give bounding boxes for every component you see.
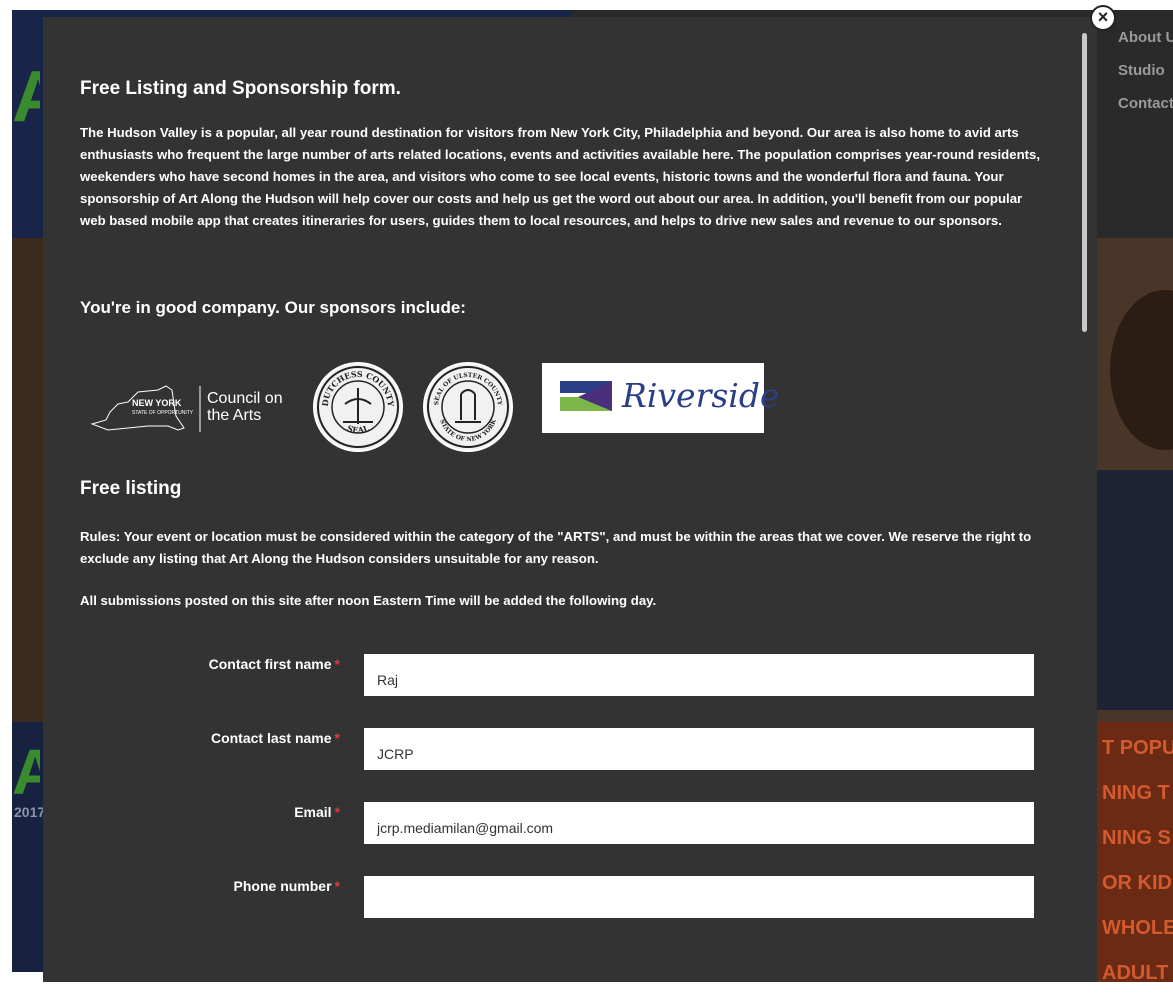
last-name-label: Contact last name * [210, 730, 340, 746]
bg-category-item[interactable]: NING S [1102, 816, 1173, 861]
rules-text: Rules: Your event or location must be co… [80, 529, 1032, 566]
email-label: Email * [294, 804, 340, 820]
bg-nav-contact[interactable]: Contact [1118, 93, 1173, 126]
close-modal-button[interactable]: × [1090, 5, 1116, 31]
nysca-name: Council on the Arts [207, 390, 283, 424]
email-field[interactable] [364, 802, 1034, 844]
bg-category-item[interactable]: T POPU [1102, 726, 1173, 771]
bg-nav-about[interactable]: About Us [1118, 27, 1173, 60]
phone-input[interactable] [364, 876, 1034, 918]
required-marker: * [334, 656, 340, 672]
required-marker: * [334, 878, 340, 894]
dutchess-seal-icon: DUTCHESS COUNTY SEAL [317, 366, 399, 448]
dutchess-county-seal: DUTCHESS COUNTY SEAL [313, 362, 403, 452]
bg-category-item[interactable]: NING T [1102, 771, 1173, 816]
svg-text:SEAL: SEAL [346, 423, 371, 435]
svg-text:STATE OF OPPORTUNITY: STATE OF OPPORTUNITY [132, 410, 194, 416]
bg-category-item[interactable]: OR KID [1102, 861, 1173, 906]
phone-label: Phone number * [233, 878, 340, 894]
first-name-input[interactable] [364, 654, 1034, 696]
required-marker: * [334, 804, 340, 820]
bg-nav: About Us Studio Contact [1118, 27, 1173, 126]
form-row-email: Email * [0, 802, 1100, 844]
last-name-input[interactable] [364, 728, 1034, 770]
bg-nav-studio[interactable]: Studio [1118, 60, 1173, 93]
free-listing-heading: Free listing [80, 478, 182, 499]
ulster-seal-icon: SEAL OF ULSTER COUNTY STATE OF NEW YORK [427, 366, 509, 448]
bg-photo-shirt [1096, 470, 1173, 710]
ulster-county-seal: SEAL OF ULSTER COUNTY STATE OF NEW YORK [423, 362, 513, 452]
required-marker: * [334, 730, 340, 746]
bg-logo-letter: A [12, 62, 40, 132]
bg-category-item[interactable]: WHOLE [1102, 906, 1173, 951]
bg-category-list: T POPU NING T NING S OR KID WHOLE ADULT [1102, 726, 1173, 996]
form-row-last-name: Contact last name * [0, 728, 1100, 770]
modal-title: Free Listing and Sponsorship form. [80, 78, 401, 99]
first-name-label: Contact first name * [208, 656, 340, 672]
riverside-logo: Riverside [542, 363, 780, 433]
close-icon: × [1097, 7, 1109, 27]
sponsors-heading: You're in good company. Our sponsors inc… [80, 298, 466, 317]
submissions-note: All submissions posted on this site afte… [80, 593, 657, 608]
intro-paragraph: The Hudson Valley is a popular, all year… [80, 125, 1041, 228]
svg-text:NEW YORK: NEW YORK [132, 398, 182, 408]
nysca-logo: NEW YORK STATE OF OPPORTUNITY Council on… [88, 382, 298, 436]
form-row-phone: Phone number * [0, 876, 1100, 918]
bg-category-item[interactable]: ADULT [1102, 951, 1173, 996]
form-row-first-name: Contact first name * [0, 654, 1100, 696]
riverside-arrow-icon [560, 381, 612, 411]
modal-scrollbar-thumb[interactable] [1082, 33, 1087, 332]
riverside-wordmark: Riverside [622, 376, 780, 415]
